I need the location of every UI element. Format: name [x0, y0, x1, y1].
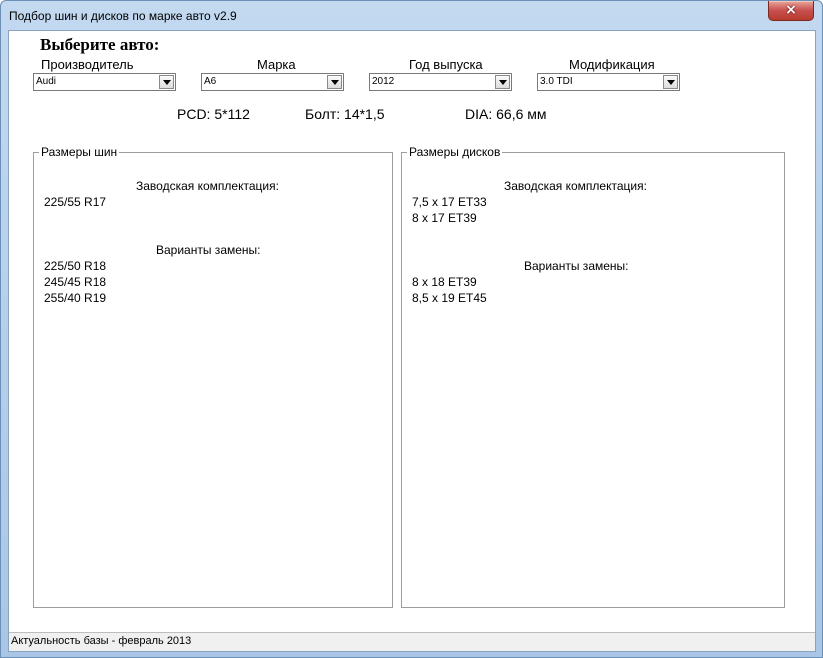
year-label: Год выпуска — [409, 57, 483, 72]
modification-label: Модификация — [569, 57, 655, 72]
modification-select[interactable]: 3.0 TDI — [537, 73, 680, 91]
page-title: Выберите авто: — [40, 35, 160, 54]
dia-value: DIA: 66,6 мм — [465, 106, 547, 122]
manufacturer-select[interactable]: Audi — [33, 73, 176, 91]
title-bar[interactable]: Подбор шин и дисков по марке авто v2.9 × — [1, 1, 822, 30]
list-item: 8 x 17 ET39 — [412, 211, 477, 225]
pcd-value: PCD: 5*112 — [177, 106, 250, 122]
year-select[interactable]: 2012 — [369, 73, 512, 91]
manufacturer-value: Audi — [36, 76, 57, 87]
manufacturer-label: Производитель — [41, 57, 134, 72]
discs-factory-label: Заводская комплектация: — [504, 179, 647, 193]
list-item: 8 x 18 ET39 — [412, 275, 477, 289]
discs-group-title: Размеры дисков — [407, 145, 503, 159]
status-bar: Актуальность базы - февраль 2013 — [9, 632, 815, 651]
tires-group: Размеры шин Заводская комплектация: 225/… — [33, 145, 393, 608]
list-item: 7,5 x 17 ET33 — [412, 195, 487, 209]
list-item: 225/50 R18 — [44, 259, 107, 273]
brand-label: Марка — [257, 57, 296, 72]
brand-select[interactable]: A6 — [201, 73, 344, 91]
brand-value: A6 — [204, 76, 217, 87]
close-icon: × — [785, 2, 797, 18]
year-value: 2012 — [372, 76, 395, 87]
list-item: 8,5 x 19 ET45 — [412, 291, 487, 305]
chevron-down-icon[interactable] — [159, 75, 174, 89]
tires-group-title: Размеры шин — [39, 145, 120, 159]
bolt-value: Болт: 14*1,5 — [305, 106, 385, 122]
discs-group: Размеры дисков Заводская комплектация: 7… — [401, 145, 785, 608]
app-window: Подбор шин и дисков по марке авто v2.9 ×… — [0, 0, 823, 658]
chevron-down-icon[interactable] — [327, 75, 342, 89]
tires-alt-label: Варианты замены: — [156, 243, 261, 257]
close-button[interactable]: × — [768, 1, 814, 21]
client-area: Выберите авто: Производитель Audi Марка … — [8, 30, 816, 652]
chevron-down-icon[interactable] — [495, 75, 510, 89]
chevron-down-icon[interactable] — [663, 75, 678, 89]
modification-value: 3.0 TDI — [540, 76, 573, 87]
tires-factory-label: Заводская комплектация: — [136, 179, 279, 193]
list-item: 245/45 R18 — [44, 275, 107, 289]
window-title: Подбор шин и дисков по марке авто v2.9 — [9, 9, 237, 23]
status-text: Актуальность базы - февраль 2013 — [11, 635, 192, 647]
list-item: 225/55 R17 — [44, 195, 107, 209]
list-item: 255/40 R19 — [44, 291, 107, 305]
discs-alt-label: Варианты замены: — [524, 259, 629, 273]
